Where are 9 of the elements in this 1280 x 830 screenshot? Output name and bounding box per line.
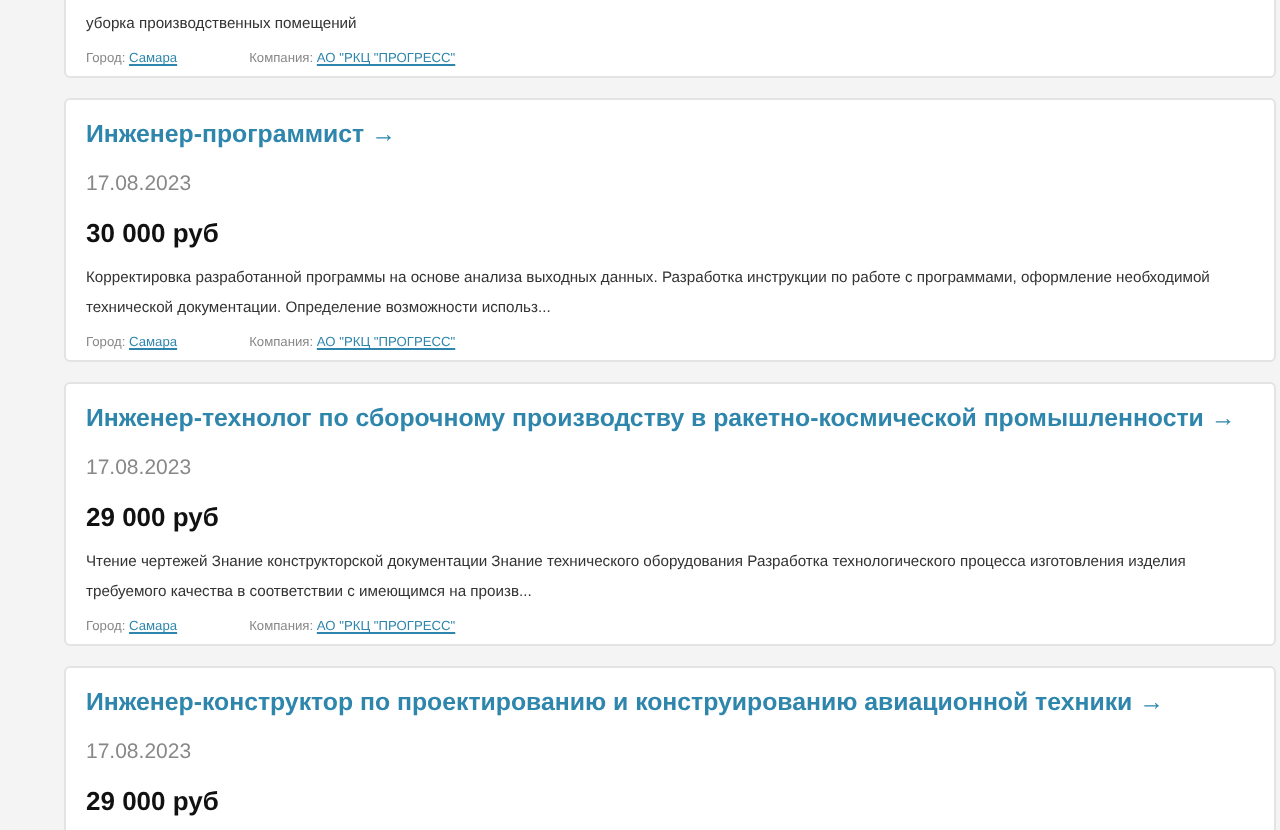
- vacancy-title-link[interactable]: Инженер-технолог по сборочному производству в ракетно-космической промышленности →: [86, 402, 1236, 434]
- posted-date: 17.08.2023: [86, 456, 192, 482]
- vacancy-title-link[interactable]: Инженер-программист →: [86, 118, 396, 150]
- salary-text: 29 000 руб: [86, 786, 219, 818]
- posted-date: 17.08.2023: [86, 172, 192, 198]
- salary-text: 30 000 руб: [86, 218, 219, 250]
- posted-date: 17.08.2023: [86, 740, 192, 766]
- salary-text: 29 000 руб: [86, 502, 219, 534]
- vacancy-title-link[interactable]: Инженер-конструктор по проектированию и конструированию авиационной техники →: [86, 686, 1164, 718]
